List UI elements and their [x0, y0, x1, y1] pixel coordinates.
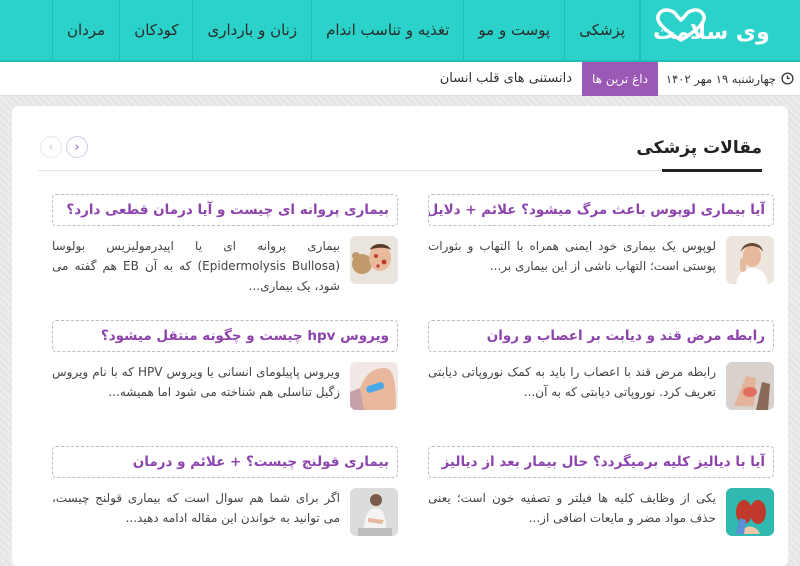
article-excerpt: ویروس پاپیلومای انسانی یا ویروس HPV که ب… — [52, 365, 340, 399]
article-excerpt: بیماری پروانه ای یا اپیدرمولیزیس بولوسا … — [52, 239, 340, 293]
article-card: بیماری پروانه ای چیست و آیا درمان قطعی د… — [52, 194, 398, 296]
news-ticker-bar: چهارشنبه ۱۹ مهر ۱۴۰۲ داغ ترین ها دانستنی… — [0, 61, 800, 96]
clock-icon — [781, 72, 794, 85]
carousel-arrows: ‹ › — [40, 136, 88, 158]
article-excerpt: اگر برای شما هم سوال است که بیماری قولنج… — [52, 491, 340, 525]
article-card: ویروس hpv چیست و چگونه منتقل میشود؟ ویرو… — [52, 320, 398, 410]
article-title-link[interactable]: آیا با دیالیز کلیه برمیگردد؟ حال بیمار ب… — [428, 446, 774, 478]
carousel-prev-button[interactable]: ‹ — [40, 136, 62, 158]
article-thumbnail[interactable] — [726, 236, 774, 284]
section-divider — [38, 170, 762, 171]
date-display: چهارشنبه ۱۹ مهر ۱۴۰۲ — [666, 62, 800, 96]
article-thumbnail[interactable] — [350, 362, 398, 410]
article-title-link[interactable]: بیماری پروانه ای چیست و آیا درمان قطعی د… — [52, 194, 398, 226]
article-title-link[interactable]: رابطه مرض قند و دیابت بر اعصاب و روان — [428, 320, 774, 352]
article-card: بیماری قولنج چیست؟ + علائم و درمان اگر ب… — [52, 446, 398, 536]
article-excerpt: لوپوس یک بیماری خود ایمنی همراه با التها… — [428, 239, 716, 273]
carousel-next-button[interactable]: › — [66, 136, 88, 158]
nav-item-nutrition-fitness[interactable]: تغذیه و تناسب اندام — [311, 0, 463, 60]
article-title-link[interactable]: آیا بیماری لوپوس باعث مرگ میشود؟ علائم +… — [428, 194, 774, 226]
article-excerpt: رابطه مرض قند با اعصاب را باید به کمک نو… — [428, 365, 716, 399]
article-title-link[interactable]: بیماری قولنج چیست؟ + علائم و درمان — [52, 446, 398, 478]
chevron-right-icon: › — [74, 139, 80, 155]
article-card: رابطه مرض قند و دیابت بر اعصاب و روان را… — [428, 320, 774, 410]
chevron-left-icon: ‹ — [48, 139, 54, 155]
section-title: مقالات پزشکی — [636, 138, 762, 158]
article-excerpt: یکی از وظایف کلیه ها فیلتر و تصفیه خون ا… — [428, 491, 716, 525]
hot-headline-link[interactable]: دانستنی های قلب انسان — [440, 71, 572, 86]
nav-item-men[interactable]: مردان — [52, 0, 119, 60]
article-thumbnail[interactable] — [726, 488, 774, 536]
main-navigation: وی سلامت پزشکی پوست و مو تغذیه و تناسب ا… — [0, 0, 800, 62]
article-title-link[interactable]: ویروس hpv چیست و چگونه منتقل میشود؟ — [52, 320, 398, 352]
articles-panel: مقالات پزشکی ‹ › آیا بیماری لوپوس باعث م… — [12, 106, 788, 566]
nav-item-medical[interactable]: پزشکی — [564, 0, 640, 60]
site-logo-text: وی سلامت — [653, 20, 770, 45]
nav-item-children[interactable]: کودکان — [119, 0, 192, 60]
article-thumbnail[interactable] — [350, 236, 398, 284]
current-date: چهارشنبه ۱۹ مهر ۱۴۰۲ — [665, 71, 776, 86]
article-card: آیا بیماری لوپوس باعث مرگ میشود؟ علائم +… — [428, 194, 774, 284]
section-title-underline — [662, 169, 762, 172]
article-thumbnail[interactable] — [726, 362, 774, 410]
hot-badge: داغ ترین ها — [582, 61, 658, 96]
nav-item-women-pregnancy[interactable]: زنان و بارداری — [192, 0, 311, 60]
article-card: آیا با دیالیز کلیه برمیگردد؟ حال بیمار ب… — [428, 446, 774, 536]
site-logo[interactable]: وی سلامت — [640, 0, 800, 60]
article-thumbnail[interactable] — [350, 488, 398, 536]
nav-item-skin-hair[interactable]: پوست و مو — [463, 0, 564, 60]
